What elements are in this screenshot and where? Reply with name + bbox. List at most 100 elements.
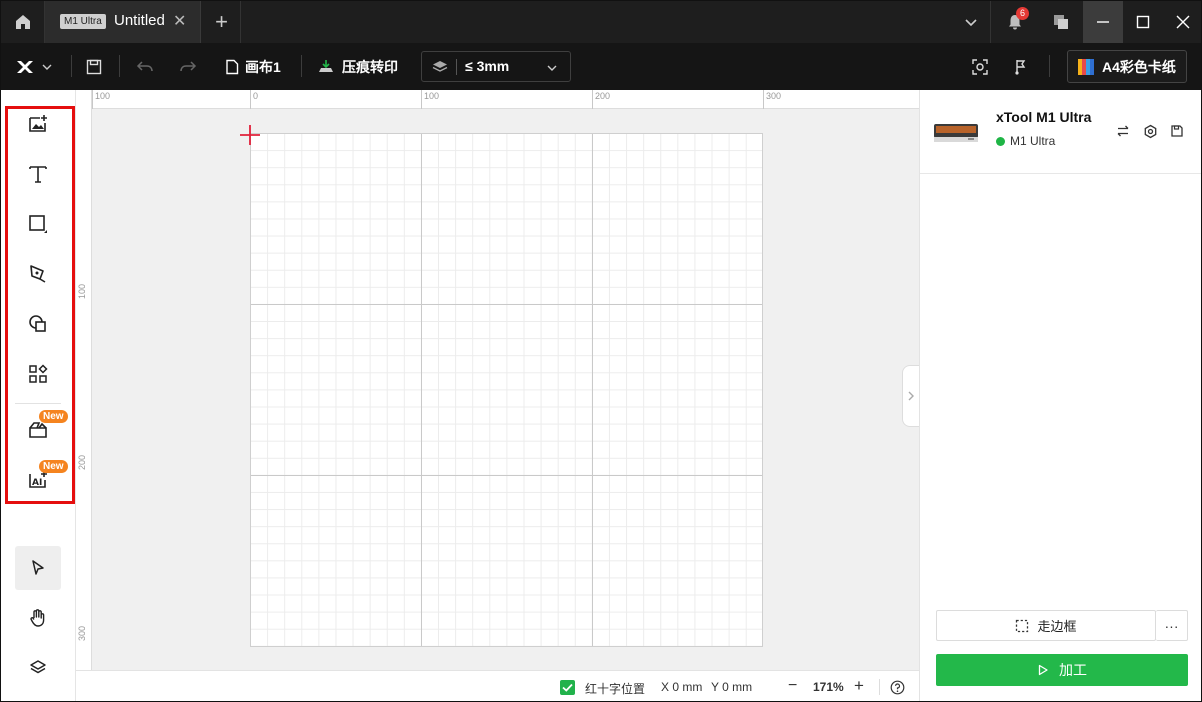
hand-tool-button[interactable] bbox=[15, 598, 61, 638]
y-coordinate: Y 0 mm bbox=[711, 680, 753, 694]
device-settings-button[interactable] bbox=[1142, 123, 1158, 139]
switch-device-button[interactable] bbox=[1115, 123, 1131, 139]
swap-icon bbox=[1117, 125, 1129, 137]
main-toolbar: 画布1 压痕转印 ≤ 3mm A4彩色卡纸 bbox=[1, 43, 1201, 90]
canvas-workspace[interactable]: 100 0 100 200 300 100 200 300 bbox=[76, 90, 919, 670]
title-bar: M1 Ultra Untitled ✕ + 6 bbox=[1, 1, 1201, 43]
close-window-button[interactable] bbox=[1163, 1, 1201, 43]
material-label: A4彩色卡纸 bbox=[1102, 58, 1176, 75]
redo-button[interactable] bbox=[179, 43, 197, 90]
work-area-grid[interactable] bbox=[250, 133, 763, 647]
minimize-icon bbox=[1097, 21, 1109, 23]
layer-value: ≤ 3mm bbox=[465, 58, 510, 74]
close-icon bbox=[1176, 15, 1190, 29]
emboss-icon bbox=[319, 59, 333, 72]
device-header: xTool M1 Ultra M1 Ultra bbox=[920, 90, 1201, 174]
crosshair-checkbox[interactable] bbox=[560, 680, 575, 695]
help-button[interactable] bbox=[890, 680, 905, 695]
origin-position-button[interactable] bbox=[1011, 43, 1029, 90]
check-icon bbox=[562, 683, 573, 692]
layers-panel-button[interactable] bbox=[15, 648, 61, 688]
canvas-label: 画布1 bbox=[245, 58, 281, 75]
windows-button[interactable] bbox=[1041, 1, 1081, 43]
status-bar: 红十字位置 X 0 mm Y 0 mm − 171% + bbox=[76, 670, 919, 701]
process-button[interactable]: 加工 bbox=[936, 654, 1188, 686]
layer-thickness-select[interactable]: ≤ 3mm bbox=[421, 51, 571, 82]
select-divider bbox=[456, 59, 457, 75]
device-panel: xTool M1 Ultra M1 Ultra 走边框 ··· 加工 bbox=[919, 90, 1201, 701]
ruler-tick-label: 100 bbox=[95, 91, 111, 101]
camera-capture-button[interactable] bbox=[971, 43, 989, 90]
layers-icon bbox=[432, 61, 448, 72]
frame-preview-button[interactable]: 走边框 bbox=[936, 610, 1156, 641]
home-icon bbox=[15, 15, 30, 29]
cursor-arrow-icon bbox=[32, 560, 44, 575]
chevron-right-icon bbox=[908, 391, 914, 401]
chevron-down-icon bbox=[42, 64, 52, 70]
process-label: 加工 bbox=[1059, 662, 1087, 678]
toolbar-divider bbox=[71, 55, 72, 77]
panel-collapse-handle[interactable] bbox=[902, 365, 919, 427]
canvas-selector[interactable]: 画布1 bbox=[225, 43, 281, 90]
ruler-tick-label: 100 bbox=[77, 284, 87, 300]
tab-title: Untitled bbox=[114, 12, 165, 29]
color-cardstock-icon bbox=[1078, 58, 1094, 75]
notifications-button[interactable]: 6 bbox=[995, 1, 1035, 43]
play-icon bbox=[1038, 664, 1048, 676]
new-tab-button[interactable]: + bbox=[203, 1, 241, 43]
notification-badge: 6 bbox=[1016, 7, 1029, 20]
save-button[interactable] bbox=[85, 43, 103, 90]
layers-icon bbox=[30, 660, 46, 674]
x-coordinate: X 0 mm bbox=[661, 680, 703, 694]
ruler-tick-label: 200 bbox=[595, 91, 611, 101]
material-select-button[interactable]: A4彩色卡纸 bbox=[1067, 50, 1187, 83]
crosshair-label: 红十字位置 bbox=[585, 682, 646, 696]
status-dot bbox=[996, 136, 1005, 146]
app-menu-button[interactable] bbox=[15, 43, 53, 90]
save-preset-button[interactable] bbox=[1169, 123, 1185, 139]
close-tab-icon[interactable]: ✕ bbox=[173, 11, 186, 31]
redo-icon bbox=[180, 60, 197, 71]
vertical-ruler: 100 200 300 bbox=[76, 90, 92, 670]
device-tag: M1 Ultra bbox=[60, 14, 106, 29]
zoom-level[interactable]: 171% bbox=[813, 680, 844, 694]
emboss-transfer-button[interactable]: 压痕转印 bbox=[316, 43, 398, 90]
red-crosshair-icon bbox=[240, 125, 260, 145]
device-model: M1 Ultra bbox=[1010, 134, 1056, 148]
ruler-tick-label: 200 bbox=[77, 455, 87, 471]
ruler-tick-label: 300 bbox=[77, 626, 87, 642]
maximize-button[interactable] bbox=[1123, 1, 1163, 43]
xtool-logo-icon bbox=[17, 60, 33, 73]
save-icon bbox=[1171, 125, 1183, 137]
zoom-in-button[interactable]: + bbox=[854, 676, 864, 696]
toolbar-divider bbox=[301, 55, 302, 77]
laser-machine-image bbox=[934, 124, 978, 142]
frame-label: 走边框 bbox=[1037, 619, 1077, 634]
hand-icon bbox=[30, 609, 45, 627]
scan-icon bbox=[972, 58, 988, 75]
more-options-button[interactable]: ··· bbox=[1156, 610, 1188, 641]
document-icon bbox=[226, 59, 239, 74]
windows-icon bbox=[1054, 15, 1068, 29]
zoom-out-button[interactable]: − bbox=[788, 677, 797, 695]
save-icon bbox=[86, 59, 102, 74]
undo-button[interactable] bbox=[136, 43, 154, 90]
undo-icon bbox=[136, 60, 153, 71]
document-tab[interactable]: M1 Ultra Untitled ✕ bbox=[45, 1, 201, 43]
position-pin-icon bbox=[1015, 59, 1026, 75]
emboss-label: 压痕转印 bbox=[342, 58, 398, 75]
tabs-dropdown-button[interactable] bbox=[951, 1, 991, 43]
highlight-annotation-box bbox=[5, 106, 75, 504]
home-button[interactable] bbox=[1, 1, 45, 43]
status-divider bbox=[879, 679, 880, 695]
maximize-icon bbox=[1136, 15, 1150, 29]
horizontal-ruler: 100 0 100 200 300 bbox=[92, 90, 919, 109]
device-name: xTool M1 Ultra bbox=[996, 109, 1092, 125]
select-tool-button[interactable] bbox=[15, 546, 61, 590]
device-connection-status: M1 Ultra bbox=[996, 134, 1055, 148]
toolbar-divider bbox=[1049, 55, 1050, 77]
app-window: M1 Ultra Untitled ✕ + 6 画布1 压痕转印 ≤ 3mm A… bbox=[0, 0, 1202, 702]
ruler-ticks bbox=[92, 90, 764, 109]
minimize-button[interactable] bbox=[1083, 1, 1123, 43]
ruler-tick-label: 300 bbox=[766, 91, 782, 101]
